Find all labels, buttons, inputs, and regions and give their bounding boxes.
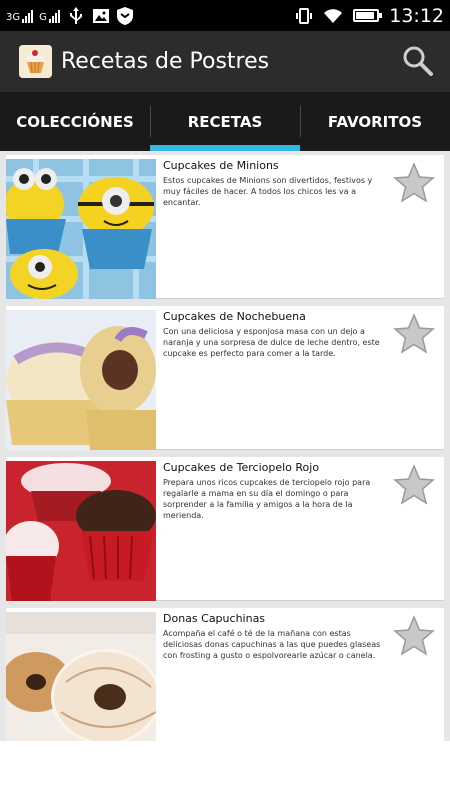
red-velvet-cupcakes-photo: [6, 461, 156, 601]
tab-bar: COLECCIÓNES RECETAS FAVORITOS: [0, 92, 450, 151]
tab-colecciones[interactable]: COLECCIÓNES: [0, 92, 150, 151]
recipe-card-nochebuena[interactable]: Cupcakes de Nochebuena Con una deliciosa…: [6, 306, 444, 450]
recipe-description: Acompaña el café o té de la mañana con e…: [163, 629, 381, 660]
action-bar: Recetas de Postres: [0, 31, 450, 92]
signal-bars-icon: [48, 9, 60, 23]
bottom-area: [0, 741, 450, 800]
signal-2: G: [39, 9, 60, 23]
recipe-card-donas-capuchinas[interactable]: Donas Capuchinas Acompaña el café o té d…: [6, 608, 444, 752]
recipe-list: Cupcakes de Minions Estos cupcakes de Mi…: [0, 151, 450, 752]
favorite-star-icon[interactable]: [392, 161, 436, 205]
status-bar-left: 3G G: [6, 0, 134, 31]
search-icon[interactable]: [400, 43, 436, 79]
status-bar-right: 13:12: [295, 0, 444, 31]
recipe-title: Cupcakes de Nochebuena: [163, 310, 306, 323]
status-bar: 3G G 13:12: [0, 0, 450, 31]
usb-icon: [69, 6, 82, 24]
recipe-card-minions[interactable]: Cupcakes de Minions Estos cupcakes de Mi…: [6, 155, 444, 299]
recipe-title: Cupcakes de Terciopelo Rojo: [163, 461, 320, 474]
app-title: Recetas de Postres: [61, 49, 270, 74]
shield-icon: [116, 6, 133, 25]
search-button[interactable]: [400, 43, 436, 79]
vibrate-icon: [296, 7, 313, 24]
minion-cupcakes-photo: [6, 159, 156, 299]
signal-1: 3G: [6, 9, 34, 23]
tab-favoritos[interactable]: FAVORITOS: [300, 92, 450, 151]
network-type-1: 3G: [6, 11, 21, 23]
clock: 13:12: [389, 4, 444, 27]
cappuccino-donuts-photo: [6, 612, 156, 752]
favorite-star-icon[interactable]: [392, 312, 436, 356]
tab-recetas[interactable]: RECETAS: [150, 92, 300, 151]
network-type-2: G: [39, 11, 47, 23]
christmas-cupcakes-photo: [6, 310, 156, 450]
signal-bars-icon: [22, 9, 34, 23]
battery-level: [356, 12, 375, 19]
recipe-description: Prepara unos ricos cupcakes de terciopel…: [163, 478, 371, 520]
battery-icon: [353, 9, 383, 22]
favorite-star-icon[interactable]: [392, 463, 436, 507]
recipe-title: Cupcakes de Minions: [163, 159, 279, 172]
image-icon: [92, 8, 109, 23]
favorite-star-icon[interactable]: [392, 614, 436, 658]
recipe-description: Con una deliciosa y esponjosa masa con u…: [163, 327, 380, 358]
recipe-description: Estos cupcakes de Minions son divertidos…: [163, 176, 373, 207]
recipe-title: Donas Capuchinas: [163, 612, 266, 625]
recipe-card-terciopelo-rojo[interactable]: Cupcakes de Terciopelo Rojo Prepara unos…: [6, 457, 444, 601]
cupcake-app-icon: [19, 45, 52, 78]
wifi-icon: [324, 8, 343, 23]
